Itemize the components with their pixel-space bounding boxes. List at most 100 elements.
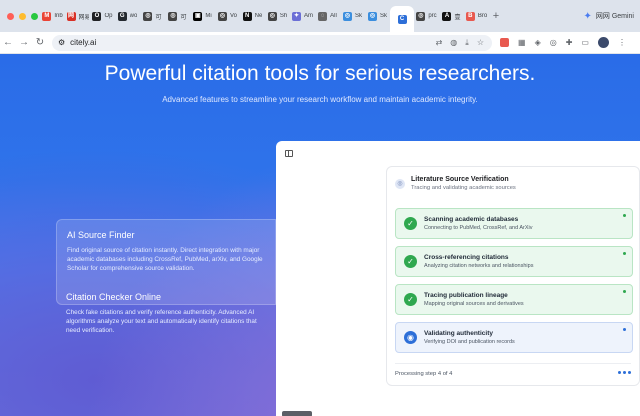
extension-icon[interactable]: ▦	[518, 38, 526, 47]
reload-icon[interactable]: ↻	[32, 37, 48, 48]
status-dot-icon	[623, 290, 626, 293]
extension-icon[interactable]: ◈	[535, 38, 541, 47]
browser-toolbar: ← → ↻ ⚙ citely.ai ⇄ ◍ ⤓ ☆ ▦ ◈ ◎ ✚ ▭ ⋮	[0, 32, 640, 54]
card-header: ◎ Literature Source Verification Tracing…	[395, 176, 516, 191]
app-icon: ◎	[367, 11, 377, 21]
verification-card: ◎ Literature Source Verification Tracing…	[386, 166, 640, 386]
extensions-bar: ▦ ◈ ◎ ✚ ▭ ⋮	[500, 37, 626, 48]
browser-tab[interactable]: ✦ Am	[290, 5, 315, 27]
browser-tab[interactable]: ◎ Sk	[365, 5, 390, 27]
tab-label: Sh	[279, 13, 288, 19]
tab-label: prc	[428, 13, 437, 19]
browser-tab[interactable]: B Bro	[464, 5, 489, 27]
citely-icon: C	[397, 14, 407, 24]
notion-icon: N	[242, 11, 252, 21]
step-validating-authenticity: ◉ Validating authenticity Verifying DOI …	[395, 322, 633, 353]
app-icon: B	[465, 11, 475, 21]
status-dot-icon	[623, 252, 626, 255]
check-icon: ✓	[404, 217, 417, 230]
app-icon: ◌	[318, 11, 328, 21]
github-icon: G	[117, 11, 127, 21]
browser-tab[interactable]: ◎ Vo	[215, 5, 240, 27]
browser-tab[interactable]: M Inb	[40, 5, 65, 27]
status-dot-icon	[623, 214, 626, 217]
tab-label: 网易	[78, 14, 89, 21]
minimize-window-button[interactable]	[19, 12, 26, 20]
tab-label: Sk	[379, 13, 387, 19]
step-description: Verifying DOI and publication records	[424, 339, 515, 345]
tab-label: Mi	[205, 13, 212, 19]
check-icon: ✓	[404, 293, 417, 306]
progress-text: Processing step 4 of 4	[395, 371, 453, 377]
step-title: Scanning academic databases	[424, 216, 519, 223]
browser-tab[interactable]: Gwo	[115, 5, 140, 27]
tab-label: 可	[155, 14, 162, 21]
extensions-puzzle-icon[interactable]: ✚	[566, 38, 573, 47]
close-window-button[interactable]	[7, 12, 14, 20]
window-controls	[0, 12, 40, 20]
page-content: Powerful citation tools for serious rese…	[0, 54, 640, 416]
side-panel-icon[interactable]: ▭	[581, 38, 589, 47]
browser-tab[interactable]: ◎ 可	[165, 5, 190, 27]
app-icon: ◎	[267, 11, 277, 21]
feature-description: Find original source of citation instant…	[67, 247, 263, 272]
extension-icon[interactable]	[500, 38, 509, 47]
sidebar-toggle-icon[interactable]	[285, 150, 293, 157]
step-tracing-lineage: ✓ Tracing publication lineage Mapping or…	[395, 284, 633, 315]
tab-label: All	[330, 13, 337, 19]
back-icon[interactable]: ←	[0, 37, 16, 48]
browser-tab-strip: M Inb 网网易 O Op Gwo ◎ 可 ◎ 可 ▣ Mi ◎ Vo N Ne ◎ Sh ✦ Am ◌ All ◎ Sk ◎…	[0, 0, 640, 32]
browser-tab[interactable]: ◎ prc	[414, 5, 439, 27]
address-bar[interactable]: ⚙ citely.ai ⇄ ◍ ⤓ ☆	[52, 34, 492, 51]
feature-citation-checker[interactable]: Citation Checker Online Check fake citat…	[56, 292, 276, 335]
hero-subtitle: Advanced features to streamline your res…	[162, 95, 478, 104]
status-dot-icon	[623, 328, 626, 331]
status-chip	[282, 411, 312, 416]
browser-tab[interactable]: ◎ Sk	[340, 5, 365, 27]
new-tab-button[interactable]: +	[489, 10, 503, 22]
browser-tab[interactable]: ▣ Mi	[190, 5, 215, 27]
hero-title: Powerful citation tools for serious rese…	[104, 62, 536, 85]
menu-kebab-icon[interactable]: ⋮	[618, 38, 626, 47]
browser-tab[interactable]: 网网易	[65, 5, 90, 27]
browser-tab[interactable]: ◎ 可	[140, 5, 165, 27]
maximize-window-button[interactable]	[31, 12, 38, 20]
feature-title: Citation Checker Online	[66, 292, 162, 302]
star-icon: ✦	[292, 11, 301, 21]
card-title: Literature Source Verification	[411, 176, 509, 183]
download-icon[interactable]: ⤓	[465, 38, 469, 48]
tab-list: M Inb 网网易 O Op Gwo ◎ 可 ◎ 可 ▣ Mi ◎ Vo N Ne ◎ Sh ✦ Am ◌ All ◎ Sk ◎…	[40, 0, 489, 32]
netease-icon: 网	[66, 11, 76, 21]
site-info-icon[interactable]: ⚙	[58, 38, 65, 47]
tab-label: Ne	[254, 13, 263, 19]
tab-label: Am	[304, 13, 313, 19]
browser-tab[interactable]: N Ne	[240, 5, 265, 27]
forward-icon[interactable]: →	[16, 37, 32, 48]
app-icon: A	[442, 11, 452, 21]
browser-tab[interactable]: C	[390, 6, 414, 32]
tab-label: Bro	[477, 13, 488, 19]
cast-icon[interactable]: ◍	[450, 38, 457, 48]
loading-dots-icon	[618, 371, 631, 377]
step-scanning-databases: ✓ Scanning academic databases Connecting…	[395, 208, 633, 239]
translate-icon[interactable]: ⇄	[436, 38, 443, 48]
tab-label: wo	[129, 13, 138, 19]
verification-icon: ◎	[395, 179, 405, 189]
app-icon: ◎	[143, 11, 153, 21]
demo-panel: ◎ Literature Source Verification Tracing…	[276, 141, 640, 416]
bookmark-star-icon[interactable]: ☆	[477, 38, 484, 48]
browser-tab[interactable]: A壹	[439, 5, 464, 27]
url-text: citely.ai	[70, 38, 97, 47]
profile-avatar[interactable]	[597, 37, 609, 48]
browser-tab[interactable]: O Op	[90, 5, 115, 27]
step-title: Cross-referencing citations	[424, 254, 509, 261]
browser-tab[interactable]: ◎ Sh	[265, 5, 290, 27]
openai-icon: O	[92, 11, 102, 21]
browser-tab[interactable]: ◌ All	[315, 5, 340, 27]
shield-icon: ◉	[404, 331, 417, 344]
gemini-button[interactable]: ✦ 网网 Gemini	[583, 8, 634, 24]
card-subtitle: Tracing and validating academic sources	[411, 185, 516, 191]
step-description: Mapping original sources and derivatives	[424, 301, 524, 307]
extension-icon[interactable]: ◎	[550, 38, 557, 47]
feature-title: AI Source Finder	[67, 230, 135, 240]
